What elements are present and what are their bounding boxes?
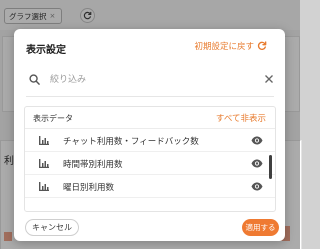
list-item-label: 曜日別利用数: [63, 183, 115, 193]
eye-icon[interactable]: [251, 182, 263, 191]
filter-search-input[interactable]: [50, 72, 240, 88]
reset-defaults-button[interactable]: 初期設定に戻す: [194, 40, 267, 52]
list-item[interactable]: 時間帯別利用数: [25, 152, 275, 175]
panel-title: 表示データ: [33, 114, 73, 123]
bar-chart-icon: [39, 182, 49, 191]
bar-chart-icon: [39, 159, 49, 168]
search-box: [26, 69, 274, 97]
eye-icon[interactable]: [251, 136, 263, 145]
search-icon: [29, 74, 40, 85]
hide-all-button[interactable]: すべて非表示: [216, 112, 266, 124]
reset-defaults-label: 初期設定に戻す: [194, 42, 254, 52]
display-settings-dialog: 表示設定 初期設定に戻す 表示データ すべて非表示: [14, 29, 285, 241]
scrollbar[interactable]: [269, 155, 272, 179]
panel-header: 表示データ すべて非表示: [25, 107, 275, 129]
eye-icon[interactable]: [251, 159, 263, 168]
cancel-button[interactable]: キャンセル: [25, 219, 79, 236]
refresh-icon: [257, 41, 267, 51]
apply-button[interactable]: 適用する: [242, 219, 279, 236]
list-item-label: 時間帯別利用数: [63, 160, 123, 170]
bar-chart-icon: [39, 136, 49, 145]
list-item-label: チャット利用数・フィードバック数: [63, 137, 199, 147]
list-item[interactable]: チャット利用数・フィードバック数: [25, 129, 275, 152]
dialog-title: 表示設定: [26, 45, 66, 56]
list-item[interactable]: 曜日別利用数: [25, 175, 275, 198]
display-data-panel: 表示データ すべて非表示 チャット利用数・フィードバック数 時間帯別利用数 曜日…: [24, 106, 276, 212]
close-icon[interactable]: [264, 74, 274, 84]
